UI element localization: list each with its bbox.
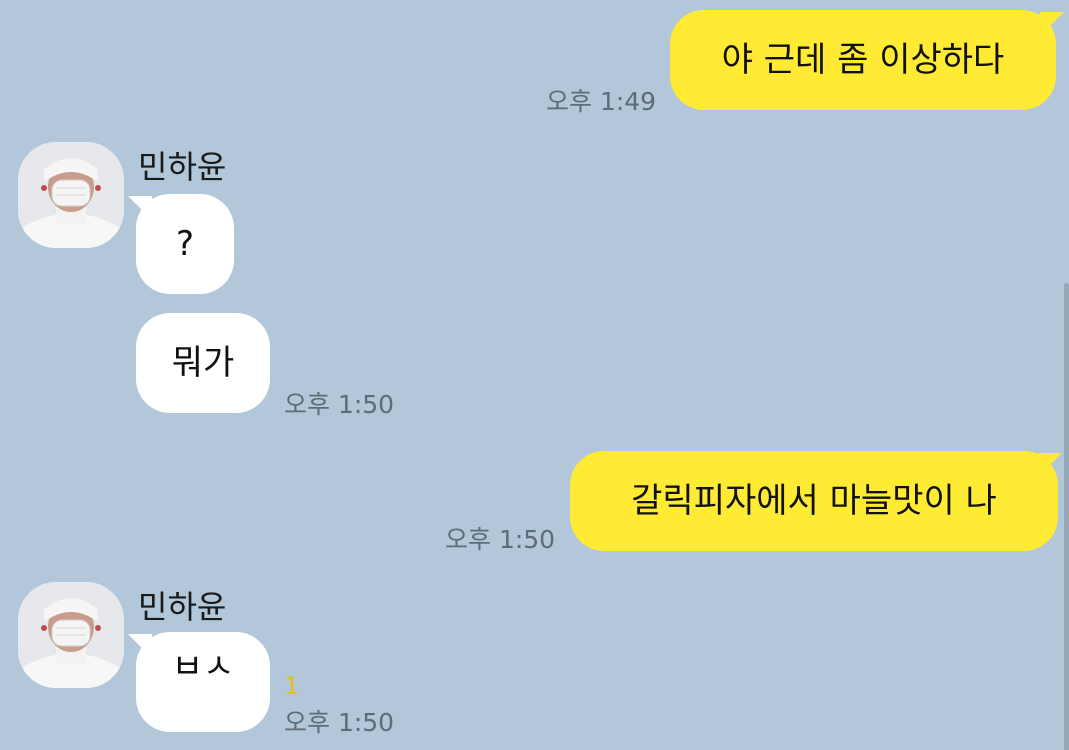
profile-avatar[interactable]	[18, 582, 124, 688]
message-time: 오후 1:50	[284, 708, 395, 737]
sender-name: 민하윤	[138, 148, 227, 186]
bubble-tail	[1040, 12, 1064, 36]
profile-avatar[interactable]	[18, 142, 124, 248]
their-message-bubble[interactable]: 뭐가	[136, 313, 270, 413]
chat-room[interactable]: 오후 1:49 야 근데 좀 이상하다 민하윤 ? 뭐가 오후 1:50 오후 …	[0, 0, 1069, 750]
avatar-photo-icon	[18, 582, 124, 688]
message-text: 뭐가	[171, 343, 235, 383]
my-message-bubble[interactable]: 갈릭피자에서 마늘맛이 나	[570, 451, 1058, 551]
bubble-tail	[128, 196, 152, 220]
their-message-bubble[interactable]: ㅂㅅ	[136, 632, 270, 732]
bubble-tail	[128, 634, 152, 658]
my-message-bubble[interactable]: 야 근데 좀 이상하다	[670, 10, 1056, 110]
sender-name: 민하윤	[138, 588, 227, 626]
avatar-photo-icon	[18, 142, 124, 248]
bubble-tail	[1038, 453, 1062, 477]
message-time: 오후 1:50	[284, 390, 395, 419]
message-text: 갈릭피자에서 마늘맛이 나	[631, 481, 997, 521]
unread-count: 1	[284, 672, 300, 700]
message-text: 야 근데 좀 이상하다	[721, 40, 1005, 80]
message-time: 오후 1:49	[546, 87, 657, 116]
scrollbar[interactable]	[1064, 283, 1069, 750]
message-text: ?	[175, 224, 195, 264]
message-text: ㅂㅅ	[171, 647, 235, 687]
message-time: 오후 1:50	[445, 525, 556, 554]
